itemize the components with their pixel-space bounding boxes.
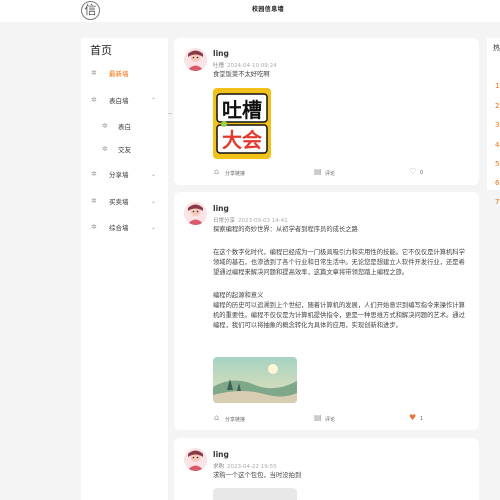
sidebar-item-label: 买卖墙 bbox=[109, 198, 129, 206]
share-label: 分享链接 bbox=[225, 417, 246, 423]
gear-icon: ✲ bbox=[102, 145, 108, 153]
post-meta: 吐槽 2024-04-10 09:24 bbox=[213, 61, 277, 69]
rank-number[interactable]: 2 bbox=[495, 102, 499, 110]
comment-label: 评论 bbox=[325, 417, 336, 423]
heart-outline-icon: ♡ bbox=[409, 167, 417, 176]
post-text: 食堂饭菜不太好吃啊 bbox=[213, 71, 270, 78]
avatar[interactable] bbox=[184, 48, 207, 71]
site-logo[interactable]: 信 bbox=[81, 1, 100, 20]
sidebar-item-label: 表白墙 bbox=[109, 97, 129, 105]
post-time: 2023-04-22 19:55 bbox=[227, 464, 277, 470]
gear-icon: ✲ bbox=[91, 170, 97, 178]
share-label: 分享链接 bbox=[225, 171, 246, 177]
comment-label: 评论 bbox=[325, 171, 336, 177]
gear-icon: ✲ bbox=[91, 69, 97, 77]
share-icon: ⌂ bbox=[214, 413, 220, 422]
top-header: 信 校园信息墙 bbox=[0, 0, 500, 22]
post-card: ling 求购 2023-04-22 19:55 求购一个这个包包，当时没拍到 bbox=[174, 438, 479, 500]
post-actions: ⌂ 分享链接 ▤ 评论 ♡ 0 bbox=[174, 167, 479, 179]
post-paragraph: 在这个数字化时代，编程已经成为一门极具吸引力和实用性的技能。它不仅仅是计算机科学… bbox=[213, 249, 465, 276]
post-card: ling 日常分享 2023-09-03 14:41 探索编程的奇妙世界：从初学者… bbox=[174, 192, 479, 430]
post-username[interactable]: ling bbox=[213, 450, 229, 459]
sidebar-item-label: 综合墙 bbox=[109, 224, 129, 232]
post-image[interactable]: 吐槽 大会 bbox=[213, 88, 271, 159]
post-paragraph: 编程的起源和意义 bbox=[213, 292, 264, 299]
gear-icon: ✲ bbox=[91, 96, 97, 104]
comment-icon: ▤ bbox=[314, 167, 322, 176]
like-count: 0 bbox=[420, 170, 424, 176]
comment-icon: ▤ bbox=[314, 413, 322, 422]
post-meta: 求购 2023-04-22 19:55 bbox=[213, 462, 277, 470]
rank-number[interactable]: 1 bbox=[495, 82, 499, 90]
sidebar-item-market[interactable]: ✲ 买卖墙 ⌄ bbox=[81, 195, 168, 209]
post-time: 2024-04-10 09:24 bbox=[227, 63, 277, 69]
post-username[interactable]: ling bbox=[213, 49, 229, 58]
sidebar-item-confession[interactable]: ✲ 表白墙 ⌃ bbox=[81, 94, 168, 108]
sidebar-item-latest[interactable]: ✲ 最新墙 bbox=[81, 67, 168, 81]
heart-filled-icon: ♥ bbox=[409, 413, 417, 422]
sidebar-item-label: 分享墙 bbox=[109, 171, 129, 179]
like-count: 1 bbox=[420, 416, 424, 422]
post-actions: ⌂ 分享链接 ▤ 评论 ♥ 1 bbox=[174, 413, 479, 425]
hot-panel-title: 热 bbox=[493, 44, 500, 52]
post-text: 求购一个这个包包，当时没拍到 bbox=[213, 472, 302, 479]
rank-number[interactable]: 3 bbox=[495, 121, 499, 129]
post-image[interactable] bbox=[213, 488, 297, 500]
post-image[interactable] bbox=[213, 357, 297, 403]
svg-text:吐槽: 吐槽 bbox=[222, 98, 262, 122]
post-category: 吐槽 bbox=[213, 63, 225, 69]
post-card: ling 吐槽 2024-04-10 09:24 食堂饭菜不太好吃啊 吐槽 大会 … bbox=[174, 38, 479, 185]
sidebar-title: 首页 bbox=[90, 44, 112, 57]
sidebar-item-friends[interactable]: ✲ 交友 bbox=[81, 143, 168, 157]
svg-text:大会: 大会 bbox=[222, 128, 262, 152]
sidebar-divider bbox=[168, 113, 172, 114]
sidebar-item-label: 交友 bbox=[118, 146, 131, 154]
post-username[interactable]: ling bbox=[213, 204, 229, 213]
sidebar: 首页 ✲ 最新墙 ✲ 表白墙 ⌃ ✲ 表白 ✲ 交友 ✲ 分享墙 ⌄ ✲ 买卖墙… bbox=[81, 38, 168, 500]
avatar[interactable] bbox=[184, 448, 207, 471]
post-time: 2023-09-03 14:41 bbox=[238, 218, 288, 224]
post-meta: 日常分享 2023-09-03 14:41 bbox=[213, 216, 288, 224]
rank-number[interactable]: 6 bbox=[495, 179, 499, 187]
sidebar-item-share[interactable]: ✲ 分享墙 ⌄ bbox=[81, 168, 168, 182]
sidebar-item-general[interactable]: ✲ 综合墙 ⌄ bbox=[81, 221, 168, 235]
post-paragraph: 编程的历史可以追溯到上个世纪，随着计算机的发展，人们开始意识到编写指令来操作计算… bbox=[213, 302, 465, 329]
chevron-down-icon: ⌄ bbox=[151, 198, 157, 205]
sidebar-item-label: 表白 bbox=[118, 123, 131, 131]
sidebar-item-confess[interactable]: ✲ 表白 bbox=[81, 120, 168, 134]
chevron-up-icon: ⌃ bbox=[151, 97, 157, 104]
gear-icon: ✲ bbox=[102, 122, 108, 130]
rank-number[interactable]: 5 bbox=[495, 160, 499, 168]
sidebar-item-label: 最新墙 bbox=[109, 70, 129, 78]
chevron-down-icon: ⌄ bbox=[151, 171, 157, 178]
gear-icon: ✲ bbox=[91, 223, 97, 231]
post-paragraph: 探索编程的奇妙世界：从初学者到程序员的成长之路 bbox=[213, 226, 358, 233]
chevron-down-icon: ⌄ bbox=[151, 224, 157, 231]
hot-panel: 热 1 2 3 4 5 6 bbox=[487, 38, 500, 190]
rank-number[interactable]: 4 bbox=[495, 141, 499, 149]
gear-icon: ✲ bbox=[91, 197, 97, 205]
site-brand: 校园信息墙 bbox=[252, 6, 285, 13]
share-icon: ⌂ bbox=[214, 167, 220, 176]
post-category: 求购 bbox=[213, 464, 225, 470]
post-category: 日常分享 bbox=[213, 218, 236, 224]
rank-number[interactable]: 7 bbox=[495, 198, 499, 206]
post-text: 探索编程的奇妙世界：从初学者到程序员的成长之路 在这个数字化时代，编程已经成为一… bbox=[213, 225, 471, 331]
avatar[interactable] bbox=[184, 202, 207, 225]
